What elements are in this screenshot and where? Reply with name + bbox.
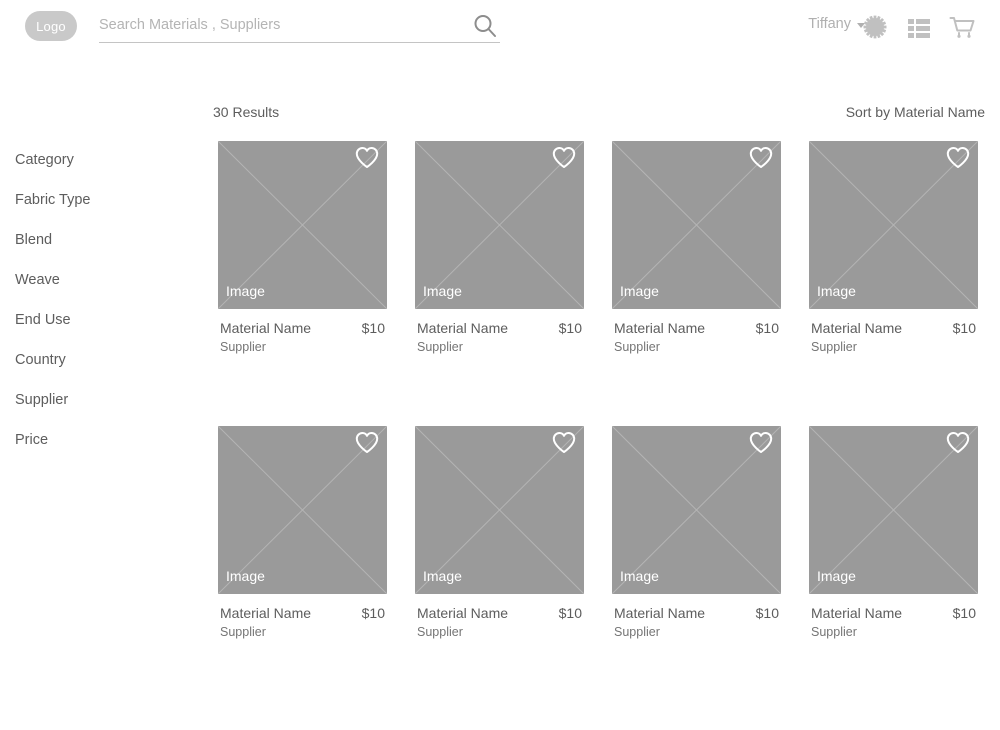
- heart-icon[interactable]: [946, 431, 970, 454]
- product-name: Material Name: [417, 605, 509, 621]
- sidebar-item-label: Weave: [15, 272, 60, 288]
- product-thumbnail[interactable]: Image: [612, 426, 781, 594]
- product-price: $10: [558, 320, 582, 336]
- sidebar-item-label: Category: [15, 152, 74, 168]
- product-price: $10: [952, 605, 976, 621]
- product-price: $10: [361, 320, 385, 336]
- heart-icon[interactable]: [552, 146, 576, 169]
- user-menu[interactable]: Tiffany: [808, 16, 865, 32]
- product-meta: Material Name $10 Supplier: [218, 594, 387, 639]
- product-grid: Image Material Name $10 Supplier Image M…: [218, 141, 980, 639]
- search-field[interactable]: [99, 12, 500, 43]
- search-input[interactable]: [99, 12, 459, 38]
- product-supplier: Supplier: [614, 625, 660, 639]
- image-placeholder-label: Image: [817, 283, 856, 299]
- heart-icon[interactable]: [946, 146, 970, 169]
- product-supplier: Supplier: [220, 625, 266, 639]
- heart-icon[interactable]: [355, 431, 379, 454]
- sidebar-item-label: Fabric Type: [15, 192, 91, 208]
- product-meta: Material Name $10 Supplier: [612, 594, 781, 639]
- product-thumbnail[interactable]: Image: [218, 141, 387, 309]
- sidebar-item-blend[interactable]: Blend: [0, 220, 200, 260]
- image-placeholder-label: Image: [620, 283, 659, 299]
- product-name: Material Name: [811, 605, 903, 621]
- product-name: Material Name: [417, 320, 509, 336]
- sidebar-item-fabric-type[interactable]: Fabric Type: [0, 180, 200, 220]
- product-card[interactable]: Image Material Name $10 Supplier: [612, 426, 781, 639]
- sidebar-item-category[interactable]: Category: [0, 140, 200, 180]
- product-meta: Material Name $10 Supplier: [809, 594, 978, 639]
- product-supplier: Supplier: [811, 625, 857, 639]
- product-supplier: Supplier: [614, 340, 660, 354]
- product-thumbnail[interactable]: Image: [809, 426, 978, 594]
- product-card[interactable]: Image Material Name $10 Supplier: [809, 141, 978, 354]
- sidebar-item-end-use[interactable]: End Use: [0, 300, 200, 340]
- sort-by-control[interactable]: Sort by Material Name: [846, 104, 985, 120]
- product-thumbnail[interactable]: Image: [218, 426, 387, 594]
- product-name: Material Name: [614, 605, 706, 621]
- list-icon[interactable]: [904, 13, 934, 41]
- sidebar-item-label: End Use: [15, 312, 71, 328]
- image-placeholder-label: Image: [226, 283, 265, 299]
- image-placeholder-label: Image: [423, 568, 462, 584]
- heart-icon[interactable]: [749, 431, 773, 454]
- product-supplier: Supplier: [811, 340, 857, 354]
- image-placeholder-label: Image: [226, 568, 265, 584]
- product-card[interactable]: Image Material Name $10 Supplier: [415, 426, 584, 639]
- header-icon-group: [860, 13, 978, 41]
- product-name: Material Name: [614, 320, 706, 336]
- product-price: $10: [755, 605, 779, 621]
- sidebar-item-supplier[interactable]: Supplier: [0, 380, 200, 420]
- product-meta: Material Name $10 Supplier: [415, 309, 584, 354]
- product-price: $10: [558, 605, 582, 621]
- image-placeholder-label: Image: [423, 283, 462, 299]
- heart-icon[interactable]: [749, 146, 773, 169]
- logo[interactable]: Logo: [25, 11, 77, 41]
- product-card[interactable]: Image Material Name $10 Supplier: [218, 141, 387, 354]
- heart-icon[interactable]: [355, 146, 379, 169]
- heart-icon[interactable]: [552, 431, 576, 454]
- results-count: 30 Results: [213, 104, 280, 120]
- product-meta: Material Name $10 Supplier: [809, 309, 978, 354]
- product-supplier: Supplier: [220, 340, 266, 354]
- product-name: Material Name: [811, 320, 903, 336]
- product-card[interactable]: Image Material Name $10 Supplier: [612, 141, 781, 354]
- product-card[interactable]: Image Material Name $10 Supplier: [809, 426, 978, 639]
- cart-icon[interactable]: [948, 13, 978, 41]
- product-supplier: Supplier: [417, 625, 463, 639]
- gear-icon[interactable]: [860, 13, 890, 41]
- product-price: $10: [755, 320, 779, 336]
- filter-sidebar: Category Fabric Type Blend Weave End Use…: [0, 140, 200, 460]
- app-header: Logo Tiffany: [0, 0, 1000, 55]
- search-icon[interactable]: [472, 13, 498, 39]
- product-meta: Material Name $10 Supplier: [218, 309, 387, 354]
- product-card[interactable]: Image Material Name $10 Supplier: [218, 426, 387, 639]
- sidebar-item-label: Country: [15, 352, 66, 368]
- sidebar-item-label: Blend: [15, 232, 53, 248]
- sidebar-item-weave[interactable]: Weave: [0, 260, 200, 300]
- product-thumbnail[interactable]: Image: [612, 141, 781, 309]
- product-thumbnail[interactable]: Image: [809, 141, 978, 309]
- product-price: $10: [952, 320, 976, 336]
- sidebar-item-country[interactable]: Country: [0, 340, 200, 380]
- sidebar-item-label: Price: [15, 432, 49, 448]
- image-placeholder-label: Image: [620, 568, 659, 584]
- product-name: Material Name: [220, 605, 312, 621]
- product-name: Material Name: [220, 320, 312, 336]
- product-thumbnail[interactable]: Image: [415, 141, 584, 309]
- results-bar: 30 Results Sort by Material Name: [0, 104, 1000, 124]
- product-price: $10: [361, 605, 385, 621]
- sidebar-item-price[interactable]: Price: [0, 420, 200, 460]
- product-card[interactable]: Image Material Name $10 Supplier: [415, 141, 584, 354]
- product-thumbnail[interactable]: Image: [415, 426, 584, 594]
- product-meta: Material Name $10 Supplier: [612, 309, 781, 354]
- user-name-label: Tiffany: [808, 16, 851, 32]
- sidebar-item-label: Supplier: [15, 392, 69, 408]
- product-supplier: Supplier: [417, 340, 463, 354]
- product-meta: Material Name $10 Supplier: [415, 594, 584, 639]
- image-placeholder-label: Image: [817, 568, 856, 584]
